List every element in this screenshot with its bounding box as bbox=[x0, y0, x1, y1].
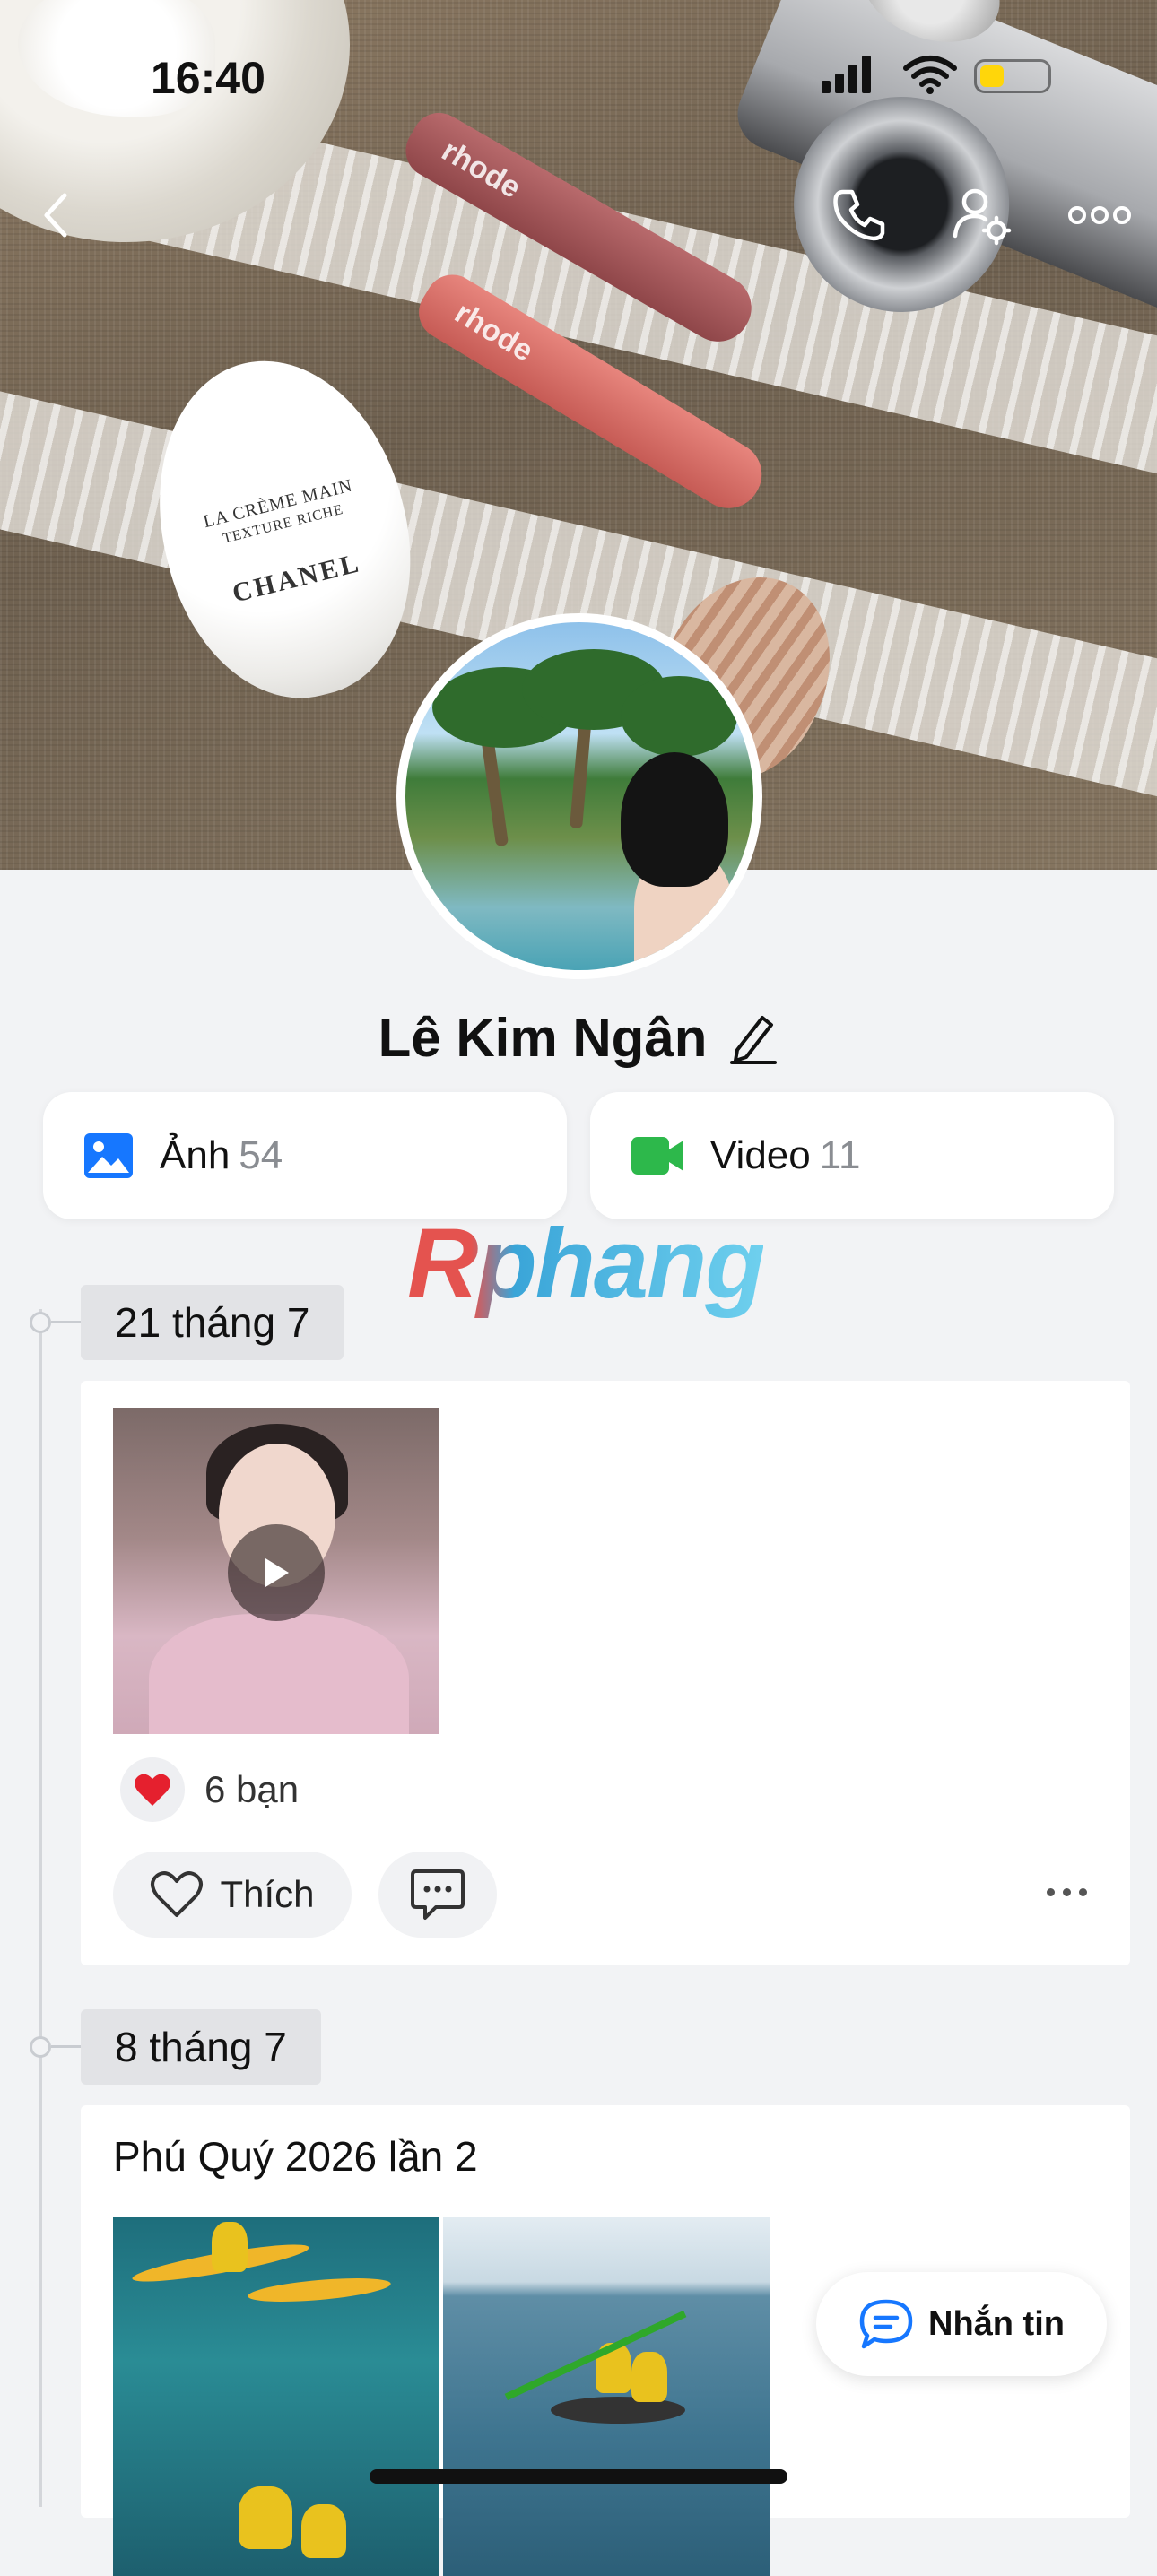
status-icons bbox=[822, 54, 1064, 99]
home-indicator bbox=[370, 2469, 787, 2484]
photos-count: 54 bbox=[239, 1133, 283, 1177]
date-pill: 21 tháng 7 bbox=[81, 1285, 344, 1360]
timeline-dot bbox=[30, 1312, 51, 1333]
message-button[interactable]: Nhắn tin bbox=[816, 2272, 1107, 2376]
comment-icon bbox=[411, 1869, 465, 1920]
comment-button[interactable] bbox=[378, 1852, 497, 1938]
message-label: Nhắn tin bbox=[928, 2304, 1065, 2343]
like-button[interactable]: Thích bbox=[113, 1852, 352, 1938]
photos-card[interactable]: Ảnh 54 bbox=[43, 1092, 567, 1219]
profile-name-row: Lê Kim Ngân bbox=[0, 997, 1157, 1078]
post-photo[interactable] bbox=[113, 2217, 439, 2576]
post-title: Phú Quý 2026 lần 2 bbox=[113, 2133, 478, 2180]
image-icon bbox=[84, 1133, 133, 1178]
timeline-line bbox=[39, 1309, 42, 2507]
reaction-bubble bbox=[120, 1757, 185, 1822]
profile-settings-button[interactable] bbox=[945, 179, 1017, 251]
edit-pencil-icon[interactable] bbox=[728, 1010, 779, 1064]
user-settings-icon bbox=[953, 188, 1012, 246]
more-dot bbox=[1046, 1887, 1055, 1896]
status-time: 16:40 bbox=[151, 53, 265, 103]
chat-bubble-icon bbox=[859, 2299, 913, 2349]
back-button[interactable] bbox=[20, 179, 91, 251]
timeline-connector bbox=[51, 2045, 82, 2048]
reactions-summary[interactable]: 6 bạn bbox=[120, 1757, 299, 1822]
avatar[interactable] bbox=[396, 613, 762, 979]
phone-icon bbox=[833, 189, 885, 241]
videos-label: Video bbox=[710, 1133, 811, 1177]
heart-outline-icon bbox=[151, 1871, 204, 1917]
wifi-icon bbox=[903, 56, 957, 94]
play-icon bbox=[265, 1558, 289, 1587]
post-photo[interactable] bbox=[443, 2217, 770, 2576]
videos-count: 11 bbox=[819, 1133, 861, 1177]
profile-name: Lê Kim Ngân bbox=[378, 1007, 708, 1068]
post-more-button[interactable] bbox=[1035, 1865, 1098, 1919]
play-button[interactable] bbox=[228, 1524, 325, 1621]
heart-icon bbox=[135, 1774, 170, 1806]
more-dot bbox=[1078, 1887, 1087, 1896]
timeline-connector bbox=[51, 1321, 82, 1323]
timeline-dot bbox=[30, 2036, 51, 2058]
reaction-count: 6 bạn bbox=[204, 1768, 300, 1810]
watermark-logo: Rphang bbox=[407, 1209, 765, 1319]
more-dot bbox=[1062, 1887, 1071, 1896]
cover-hand-cream: LA CRÈME MAIN TEXTURE RICHE CHANEL bbox=[126, 334, 443, 724]
like-label: Thích bbox=[220, 1873, 315, 1915]
chevron-left-icon bbox=[44, 193, 67, 238]
call-button[interactable] bbox=[823, 179, 895, 251]
post-card: 6 bạn Thích bbox=[81, 1381, 1130, 1965]
videos-card[interactable]: Video 11 bbox=[590, 1092, 1114, 1219]
more-horizontal-icon bbox=[1068, 206, 1131, 224]
photos-label: Ảnh bbox=[160, 1133, 231, 1177]
video-camera-icon bbox=[631, 1137, 683, 1175]
battery-icon bbox=[974, 59, 1051, 93]
video-thumbnail[interactable] bbox=[113, 1408, 439, 1734]
signal-icon bbox=[822, 54, 875, 93]
date-pill: 8 tháng 7 bbox=[81, 2009, 321, 2085]
more-options-button[interactable] bbox=[1064, 179, 1135, 251]
